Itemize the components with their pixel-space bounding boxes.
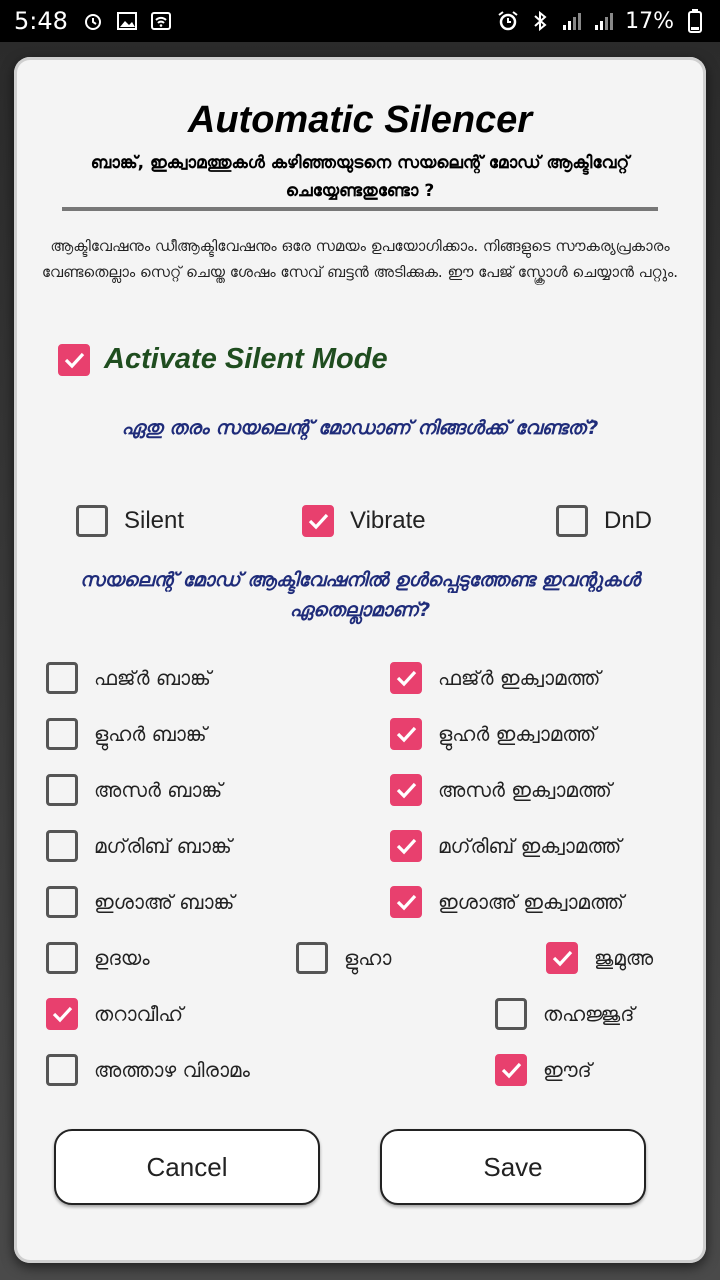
bluetooth-icon — [529, 10, 551, 32]
event-maghrib-iqamah[interactable]: മഗ്‌രിബ് ഇക്വാമത്ത് — [390, 830, 621, 862]
checkbox-box[interactable] — [556, 505, 588, 537]
mode-question: ഏതു തരം സയലെന്റ് മോഡാണ് നിങ്ങൾക്ക് വേണ്ട… — [121, 417, 599, 439]
checkbox-box[interactable] — [302, 505, 334, 537]
checkbox-box[interactable] — [495, 1054, 527, 1086]
event-fajr-bank[interactable]: ഫജ്ർ ബാങ്ക് — [46, 662, 211, 694]
alarm-icon — [497, 10, 519, 32]
checkbox-box[interactable] — [495, 998, 527, 1030]
save-button[interactable]: Save — [380, 1129, 646, 1205]
checkbox-box[interactable] — [46, 830, 78, 862]
activate-silent-mode-checkbox[interactable]: Activate Silent Mode — [58, 343, 388, 376]
checkbox-box[interactable] — [390, 718, 422, 750]
event-luhar-iqamah[interactable]: ളുഹർ ഇക്വാമത്ത് — [390, 718, 596, 750]
mode-silent-option[interactable]: Silent — [76, 505, 184, 537]
event-label: ളുഹാ — [344, 946, 392, 970]
battery-icon — [684, 9, 706, 33]
event-label: മഗ്‌രിബ് ഇക്വാമത്ത് — [438, 834, 622, 858]
event-label: ജുമുഅ — [594, 946, 654, 970]
event-label: ളുഹർ ഇക്വാമത്ത് — [438, 722, 597, 746]
event-label: ളുഹർ ബാങ്ക് — [94, 722, 207, 746]
event-asar-iqamah[interactable]: അസർ ഇക്വാമത്ത് — [390, 774, 612, 806]
event-tahajjud[interactable]: തഹജ്ജുദ് — [495, 998, 634, 1030]
event-label: അത്താഴ വിരാമം — [94, 1058, 250, 1082]
event-isha-bank[interactable]: ഇശാഅ് ബാങ്ക് — [46, 886, 234, 918]
event-taraweeh[interactable]: തറാവീഹ് — [46, 998, 183, 1030]
event-label: ഫജ്ർ ബാങ്ക് — [94, 666, 211, 690]
event-label: ഫജ്ർ ഇക്വാമത്ത് — [438, 666, 601, 690]
event-luha[interactable]: ളുഹാ — [296, 942, 391, 974]
wifi-box-icon — [150, 10, 172, 32]
signal-icon — [593, 10, 615, 32]
alarm-clock-icon — [82, 10, 104, 32]
silencer-dialog: Automatic Silencer ബാങ്ക്, ഇക്വാമത്തുകൾ … — [14, 57, 706, 1263]
event-jumua[interactable]: ജുമുഅ — [546, 942, 653, 974]
divider — [62, 207, 658, 211]
checkbox-box[interactable] — [46, 886, 78, 918]
mode-vibrate-label: Vibrate — [350, 507, 426, 534]
mode-dnd-label: DnD — [604, 507, 653, 534]
checkbox-box[interactable] — [46, 942, 78, 974]
event-maghrib-bank[interactable]: മഗ്‌രിബ് ബാങ്ക് — [46, 830, 232, 862]
event-label: അസർ ബാങ്ക് — [94, 778, 223, 802]
checkbox-box[interactable] — [546, 942, 578, 974]
status-time: 5:48 — [14, 7, 68, 35]
activate-silent-mode-label: Activate Silent Mode — [104, 343, 388, 375]
dialog-description: ആക്ടിവേഷനും ഡീആക്ടിവേഷനും ഒരേ സമയം ഉപയോഗ… — [41, 237, 679, 281]
event-asar-bank[interactable]: അസർ ബാങ്ക് — [46, 774, 222, 806]
checkbox-box[interactable] — [46, 998, 78, 1030]
checkbox-box[interactable] — [58, 343, 90, 376]
mode-silent-label: Silent — [124, 507, 185, 534]
image-icon — [116, 10, 138, 32]
event-suhoor-end[interactable]: അത്താഴ വിരാമം — [46, 1054, 250, 1086]
status-bar: 5:48 17% — [0, 0, 720, 42]
dialog-title: Automatic Silencer — [187, 99, 533, 141]
checkbox-box[interactable] — [46, 774, 78, 806]
checkbox-box[interactable] — [390, 662, 422, 694]
mode-dnd-option[interactable]: DnD — [556, 505, 652, 537]
event-label: ഇശാഅ് ബാങ്ക് — [94, 890, 235, 914]
event-label: ഈദ് — [543, 1058, 592, 1082]
events-question: സയലെന്റ് മോഡ് ആക്ടിവേഷനിൽ ഉൾപ്പെടുത്തേണ്… — [80, 569, 640, 621]
battery-percent: 17% — [625, 8, 674, 34]
cancel-button[interactable]: Cancel — [54, 1129, 320, 1205]
event-label: ഉദയം — [94, 946, 150, 970]
checkbox-box[interactable] — [46, 662, 78, 694]
event-fajr-iqamah[interactable]: ഫജ്ർ ഇക്വാമത്ത് — [390, 662, 600, 694]
event-label: അസർ ഇക്വാമത്ത് — [438, 778, 612, 802]
event-eid[interactable]: ഈദ് — [495, 1054, 592, 1086]
checkbox-box[interactable] — [296, 942, 328, 974]
signal-icon — [561, 10, 583, 32]
checkbox-box[interactable] — [46, 718, 78, 750]
event-luhar-bank[interactable]: ളുഹർ ബാങ്ക് — [46, 718, 207, 750]
event-sunrise[interactable]: ഉദയം — [46, 942, 150, 974]
checkbox-box[interactable] — [390, 774, 422, 806]
checkbox-box[interactable] — [390, 886, 422, 918]
event-label: ഇശാഅ് ഇക്വാമത്ത് — [438, 890, 624, 914]
mode-vibrate-option[interactable]: Vibrate — [302, 505, 426, 537]
event-label: തഹജ്ജുദ് — [543, 1002, 635, 1026]
checkbox-box[interactable] — [390, 830, 422, 862]
dialog-subtitle: ബാങ്ക്, ഇക്വാമത്തുകൾ കഴിഞ്ഞയുടനെ സയലെന്റ… — [90, 153, 630, 201]
checkbox-box[interactable] — [76, 505, 108, 537]
event-label: മഗ്‌രിബ് ബാങ്ക് — [94, 834, 232, 858]
checkbox-box[interactable] — [46, 1054, 78, 1086]
event-isha-iqamah[interactable]: ഇശാഅ് ഇക്വാമത്ത് — [390, 886, 624, 918]
event-label: തറാവീഹ് — [94, 1002, 184, 1026]
